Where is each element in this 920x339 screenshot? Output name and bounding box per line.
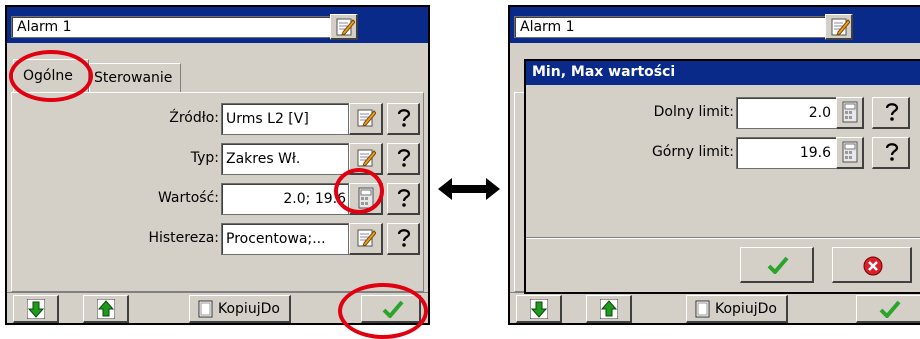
move-up-button[interactable] — [83, 295, 129, 323]
value-field[interactable]: 2.0; 19.6 — [221, 183, 349, 215]
tab-sterowanie[interactable]: Sterowanie — [89, 63, 181, 93]
lower-limit-value: 2.0 — [808, 105, 831, 121]
right-move-down-button[interactable] — [516, 295, 562, 323]
source-value: Urms L2 [V] — [226, 111, 309, 127]
hysteresis-field[interactable]: Procentowa;... — [221, 223, 349, 255]
hysteresis-edit-button[interactable] — [349, 223, 383, 255]
green-checkmark-icon — [767, 256, 789, 274]
highlight-circle-calc — [334, 168, 384, 214]
dialog-title: Min, Max wartości — [526, 61, 920, 85]
source-edit-button[interactable] — [349, 103, 383, 135]
lower-limit-help-button[interactable] — [872, 97, 910, 129]
right-copy-to-button[interactable]: KopiujDo — [686, 295, 788, 323]
source-field[interactable]: Urms L2 [V] — [221, 103, 349, 135]
highlight-circle-tab — [9, 50, 93, 102]
copy-to-button[interactable]: KopiujDo — [189, 295, 291, 323]
question-mark-icon — [395, 107, 413, 129]
pencil-notepad-icon — [335, 17, 355, 37]
document-icon — [695, 300, 711, 318]
question-mark-icon — [883, 141, 901, 163]
red-x-icon — [863, 256, 883, 276]
lower-limit-calc-button[interactable] — [836, 97, 864, 129]
question-mark-icon — [395, 187, 413, 209]
right-ok-button[interactable] — [856, 295, 920, 323]
source-label: Źródło: — [169, 110, 219, 126]
question-mark-icon — [395, 147, 413, 169]
question-mark-icon — [883, 101, 901, 123]
type-value: Zakres Wł. — [226, 151, 301, 167]
green-up-arrow-icon — [97, 299, 115, 319]
upper-limit-value: 19.6 — [799, 145, 831, 161]
type-label: Typ: — [190, 150, 219, 166]
right-copy-to-label: KopiujDo — [715, 301, 777, 317]
source-help-button[interactable] — [387, 103, 420, 135]
calculator-icon — [842, 141, 858, 163]
document-icon — [198, 300, 214, 318]
right-screen: Alarm 1 KopiujDo Min, Max wartości Dolny… — [508, 5, 920, 325]
min-max-dialog: Min, Max wartości Dolny limit: 2.0 Górny… — [524, 59, 920, 294]
value-label: Wartość: — [157, 190, 219, 206]
right-alarm-name-edit-button[interactable] — [825, 14, 853, 40]
dialog-cancel-button[interactable] — [832, 247, 912, 283]
green-down-arrow-icon — [27, 299, 45, 319]
pencil-notepad-icon — [356, 228, 376, 248]
alarm-name-field[interactable]: Alarm 1 — [11, 16, 331, 38]
green-down-arrow-icon — [530, 299, 548, 319]
lower-limit-label: Dolny limit: — [653, 104, 734, 120]
question-mark-icon — [395, 227, 413, 249]
double-arrow-icon — [438, 178, 500, 200]
lower-limit-field[interactable]: 2.0 — [736, 97, 838, 129]
pencil-notepad-icon — [356, 108, 376, 128]
calculator-icon — [842, 101, 858, 123]
alarm-name-text: Alarm 1 — [17, 19, 72, 35]
upper-limit-label: Górny limit: — [651, 144, 734, 160]
dialog-title-text: Min, Max wartości — [532, 64, 676, 80]
pencil-notepad-icon — [356, 148, 376, 168]
alarm-name-edit-button[interactable] — [330, 14, 358, 40]
pencil-notepad-icon — [830, 17, 850, 37]
green-up-arrow-icon — [600, 299, 618, 319]
dialog-separator — [526, 237, 920, 239]
hysteresis-value: Procentowa;... — [226, 231, 326, 247]
value-help-button[interactable] — [387, 183, 420, 215]
right-move-up-button[interactable] — [586, 295, 632, 323]
move-down-button[interactable] — [13, 295, 59, 323]
upper-limit-help-button[interactable] — [872, 137, 910, 169]
dialog-ok-button[interactable] — [740, 247, 814, 283]
right-alarm-name-field[interactable]: Alarm 1 — [514, 16, 826, 38]
upper-limit-calc-button[interactable] — [836, 137, 864, 169]
highlight-circle-ok — [338, 283, 428, 339]
type-help-button[interactable] — [387, 143, 420, 175]
copy-to-label: KopiujDo — [218, 301, 280, 317]
right-alarm-name-text: Alarm 1 — [520, 19, 575, 35]
green-checkmark-icon — [879, 300, 901, 318]
hysteresis-help-button[interactable] — [387, 223, 420, 255]
upper-limit-field[interactable]: 19.6 — [736, 137, 838, 169]
type-field[interactable]: Zakres Wł. — [221, 143, 349, 175]
tab-sterowanie-label: Sterowanie — [94, 70, 173, 86]
hysteresis-label: Histereza: — [148, 230, 219, 246]
